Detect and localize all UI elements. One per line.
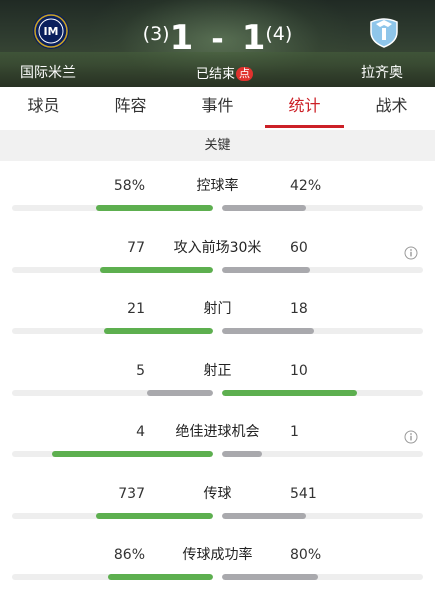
stat-name: 绝佳进球机会	[175, 424, 260, 440]
match-status: 已结束点	[196, 63, 254, 82]
stat-row: 58% 控球率 42%	[0, 176, 435, 236]
tab-tactics[interactable]: 战术	[348, 87, 435, 128]
stat-away-value: 60	[290, 240, 308, 256]
away-team-name[interactable]: 拉齐奥	[361, 62, 403, 82]
away-penalty-score: (4)	[265, 23, 293, 45]
stat-home-bar	[100, 267, 213, 273]
stat-home-bar-track	[12, 574, 213, 580]
stat-name: 传球	[203, 486, 232, 502]
stat-row: 21 射门 18	[0, 299, 435, 359]
stat-away-value: 10	[290, 363, 308, 379]
stat-away-bar	[222, 390, 357, 396]
stat-home-value: 5	[136, 363, 145, 379]
stat-home-value: 86%	[113, 547, 145, 563]
stat-away-bar	[222, 574, 318, 580]
stat-home-value: 58%	[113, 178, 145, 194]
match-header: IM 国际米兰 拉齐奥 (3)1-1(4) 已结束点	[0, 0, 435, 87]
stat-home-value: 21	[127, 301, 145, 317]
stat-away-bar	[222, 205, 306, 211]
stat-home-value: 4	[136, 424, 145, 440]
stat-home-bar-track	[12, 328, 213, 334]
stat-away-bar-track	[222, 390, 423, 396]
stat-home-bar	[96, 513, 213, 519]
stat-home-bar	[52, 451, 213, 457]
stat-away-bar-track	[222, 574, 423, 580]
section-header-key: 关键	[0, 130, 435, 161]
home-penalty-score: (3)	[142, 23, 170, 45]
stat-away-value: 18	[290, 301, 308, 317]
tab-statistics[interactable]: 统计	[261, 87, 348, 128]
score-separator: -	[211, 22, 224, 57]
stat-away-value: 80%	[290, 547, 322, 563]
stat-name: 射门	[203, 301, 232, 317]
stat-away-bar-track	[222, 451, 423, 457]
match-status-text: 已结束	[196, 67, 236, 82]
stat-row: 737 传球 541	[0, 484, 435, 544]
stat-away-value: 1	[290, 424, 299, 440]
stat-home-bar-track	[12, 451, 213, 457]
stat-name: 控球率	[196, 178, 239, 194]
stat-away-bar	[222, 513, 306, 519]
stat-away-value: 541	[290, 486, 317, 502]
stat-away-bar	[222, 267, 310, 273]
stat-home-bar	[147, 390, 213, 396]
stat-away-bar-track	[222, 328, 423, 334]
tab-players[interactable]: 球员	[0, 87, 87, 128]
stat-home-bar	[96, 205, 213, 211]
stat-name: 传球成功率	[182, 547, 253, 563]
stat-home-bar-track	[12, 205, 213, 211]
stat-row: 4 绝佳进球机会 1	[0, 422, 435, 482]
stat-away-bar	[222, 328, 314, 334]
stat-row: 5 射正 10	[0, 361, 435, 421]
stat-home-bar-track	[12, 267, 213, 273]
home-score: 1	[169, 18, 194, 58]
stat-away-bar-track	[222, 205, 423, 211]
stat-home-bar-track	[12, 390, 213, 396]
tab-lineup[interactable]: 阵容	[87, 87, 174, 128]
stat-away-value: 42%	[290, 178, 322, 194]
away-score: 1	[241, 18, 266, 58]
stat-name: 攻入前场30米	[173, 240, 262, 256]
info-icon[interactable]	[404, 246, 418, 260]
stat-home-value: 77	[127, 240, 145, 256]
tab-bar: 球员 阵容 事件 统计 战术	[0, 87, 435, 128]
stat-away-bar	[222, 451, 262, 457]
scoreline: (3)1-1(4)	[0, 18, 435, 58]
stat-name: 射正	[203, 363, 232, 379]
stat-home-bar	[104, 328, 213, 334]
stat-row: 77 攻入前场30米 60	[0, 238, 435, 298]
home-team-name[interactable]: 国际米兰	[20, 62, 76, 82]
stat-row: 86% 传球成功率 80%	[0, 545, 435, 589]
stat-home-value: 737	[118, 486, 145, 502]
tab-events[interactable]: 事件	[174, 87, 261, 128]
stat-away-bar-track	[222, 513, 423, 519]
info-icon[interactable]	[404, 430, 418, 444]
stat-home-bar	[108, 574, 213, 580]
penalty-badge: 点	[236, 67, 254, 81]
stat-home-bar-track	[12, 513, 213, 519]
stat-away-bar-track	[222, 267, 423, 273]
